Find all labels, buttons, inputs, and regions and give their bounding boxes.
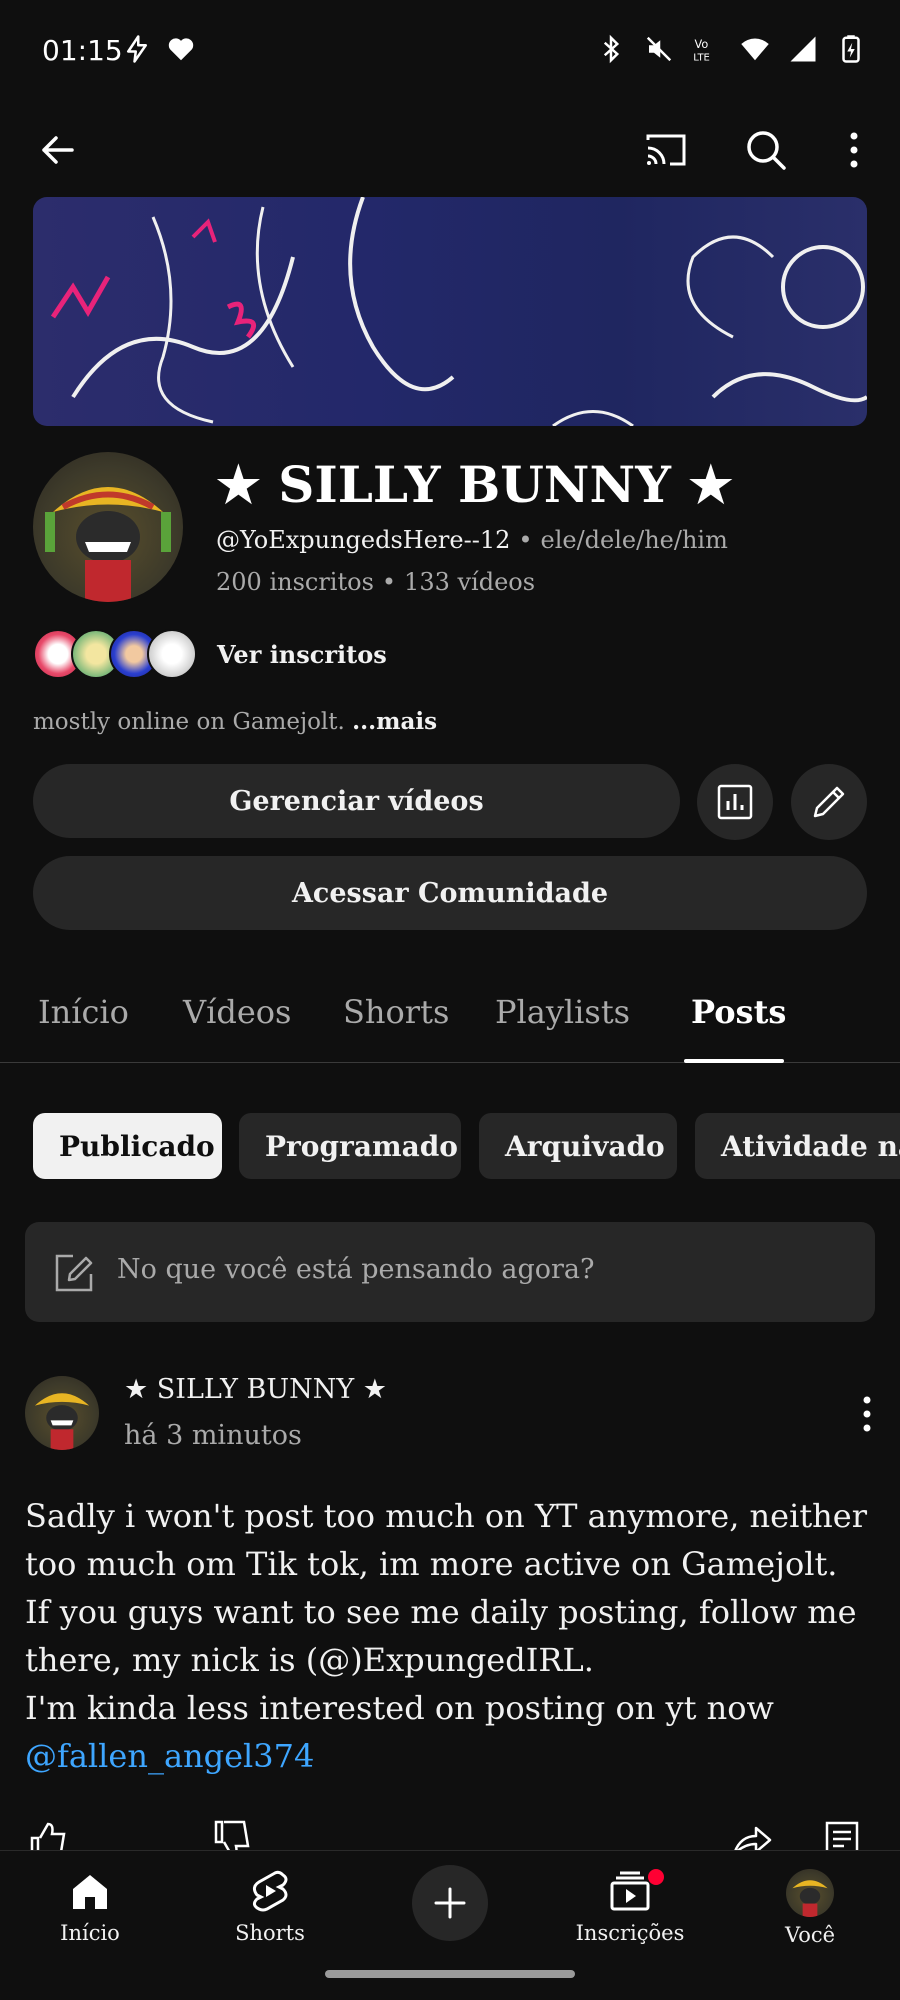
- tab-posts[interactable]: Posts: [691, 993, 786, 1031]
- svg-text:Vo: Vo: [695, 38, 709, 51]
- post-line: there, my nick is (@)ExpungedIRL.: [25, 1641, 594, 1679]
- subscriber-avatars: [33, 629, 203, 681]
- subscriptions-icon: [610, 1871, 650, 1911]
- pencil-icon: [813, 786, 845, 818]
- post-line: If you guys want to see me daily posting…: [25, 1593, 857, 1631]
- status-bar: 01:15 Vo LTE: [0, 0, 900, 100]
- description-text: mostly online on Gamejolt.: [33, 709, 345, 735]
- post-mention-link[interactable]: @fallen_angel374: [25, 1732, 875, 1780]
- analytics-button[interactable]: [697, 764, 773, 840]
- post-more-vert-icon[interactable]: [852, 1392, 882, 1436]
- heart-notification-icon: [168, 38, 194, 61]
- nav-shorts-label: Shorts: [235, 1921, 305, 1945]
- home-icon: [73, 1875, 107, 1909]
- channel-banner: [33, 197, 867, 426]
- banner-artwork: [50, 197, 867, 426]
- search-icon[interactable]: [742, 126, 790, 174]
- edit-channel-button[interactable]: [791, 764, 867, 840]
- share-icon[interactable]: [730, 1818, 774, 1852]
- channel-pronouns: ele/dele/he/him: [540, 526, 728, 554]
- post-author-name[interactable]: ★ SILLY BUNNY ★: [124, 1374, 387, 1405]
- more-vert-icon[interactable]: [838, 126, 870, 174]
- active-tab-indicator: [684, 1059, 784, 1063]
- notification-badge: [648, 1869, 664, 1885]
- description-more-link[interactable]: ...mais: [352, 708, 437, 735]
- you-avatar-art: [792, 1880, 828, 1917]
- post-timestamp: há 3 minutos: [124, 1420, 302, 1451]
- nav-home[interactable]: Início: [20, 1861, 160, 1961]
- channel-avatar[interactable]: [33, 452, 183, 602]
- dislike-icon[interactable]: [210, 1818, 254, 1852]
- post-line: too much om Tik tok, im more active on G…: [25, 1545, 838, 1583]
- chip-published[interactable]: Publicado: [33, 1113, 222, 1179]
- signal-icon: [790, 36, 816, 62]
- video-count: 133 vídeos: [404, 568, 536, 596]
- nav-home-label: Início: [60, 1921, 120, 1945]
- post-author-avatar[interactable]: [25, 1376, 99, 1450]
- channel-tabs: Início Vídeos Shorts Playlists Posts: [0, 975, 900, 1063]
- compose-icon: [55, 1254, 93, 1292]
- wifi-icon: [741, 38, 769, 61]
- chip-activity[interactable]: Atividade nas: [695, 1113, 900, 1179]
- channel-stats: 200 inscritos • 133 vídeos: [216, 568, 536, 596]
- tab-home[interactable]: Início: [38, 993, 129, 1031]
- you-avatar: [786, 1869, 834, 1917]
- subscriber-avatar: [147, 629, 197, 679]
- mute-icon: [646, 36, 672, 62]
- svg-text:LTE: LTE: [693, 52, 710, 63]
- subscriber-count: 200 inscritos: [216, 568, 374, 596]
- see-subscribers-link[interactable]: Ver inscritos: [217, 640, 387, 669]
- top-app-bar: [0, 110, 900, 190]
- channel-handle: @YoExpungedsHere--12: [216, 526, 511, 554]
- cast-icon[interactable]: [642, 126, 690, 174]
- post-composer[interactable]: No que você está pensando agora?: [25, 1222, 875, 1322]
- nav-subscriptions-label: Inscrições: [575, 1921, 685, 1945]
- bluetooth-icon: [603, 34, 620, 64]
- post-filter-chips: Publicado Programado Arquivado Atividade…: [33, 1113, 900, 1181]
- post-line: I'm kinda less interested on posting on …: [25, 1689, 774, 1727]
- tab-shorts[interactable]: Shorts: [343, 993, 449, 1031]
- post-body: Sadly i won't post too much on YT anymor…: [25, 1492, 875, 1780]
- channel-avatar-art: [45, 487, 171, 602]
- chip-scheduled[interactable]: Programado: [239, 1113, 461, 1179]
- create-button[interactable]: [412, 1865, 488, 1941]
- channel-handle-row: @YoExpungedsHere--12 • ele/dele/he/him: [216, 526, 728, 554]
- status-time: 01:15: [42, 34, 123, 67]
- post-actions: [0, 1812, 900, 1852]
- shorts-icon: [252, 1870, 288, 1912]
- volte-icon: VoLTE: [693, 38, 710, 64]
- back-arrow-icon[interactable]: [34, 126, 82, 174]
- manage-videos-button[interactable]: Gerenciar vídeos: [33, 764, 680, 838]
- channel-description[interactable]: mostly online on Gamejolt. ...mais: [33, 708, 437, 735]
- channel-title: ★ SILLY BUNNY ★: [216, 455, 734, 514]
- nav-subscriptions[interactable]: Inscrições: [560, 1861, 700, 1961]
- chip-archived[interactable]: Arquivado: [479, 1113, 677, 1179]
- nav-shorts[interactable]: Shorts: [200, 1861, 340, 1961]
- plus-icon: [434, 1887, 466, 1919]
- composer-placeholder[interactable]: No que você está pensando agora?: [117, 1254, 594, 1285]
- subscribers-row[interactable]: Ver inscritos: [33, 625, 533, 685]
- tab-playlists[interactable]: Playlists: [495, 993, 630, 1031]
- analytics-icon: [717, 784, 753, 820]
- nav-you[interactable]: Você: [740, 1861, 880, 1961]
- like-icon[interactable]: [26, 1818, 70, 1852]
- lightning-notification-icon: [127, 35, 147, 63]
- community-button[interactable]: Acessar Comunidade: [33, 856, 867, 930]
- post-line: Sadly i won't post too much on YT anymor…: [25, 1497, 868, 1535]
- home-gesture-bar[interactable]: [325, 1970, 575, 1978]
- comments-icon[interactable]: [822, 1818, 866, 1852]
- nav-you-label: Você: [784, 1923, 836, 1947]
- post-avatar-art: [34, 1393, 90, 1450]
- battery-icon: [842, 35, 860, 63]
- tab-videos[interactable]: Vídeos: [183, 993, 291, 1031]
